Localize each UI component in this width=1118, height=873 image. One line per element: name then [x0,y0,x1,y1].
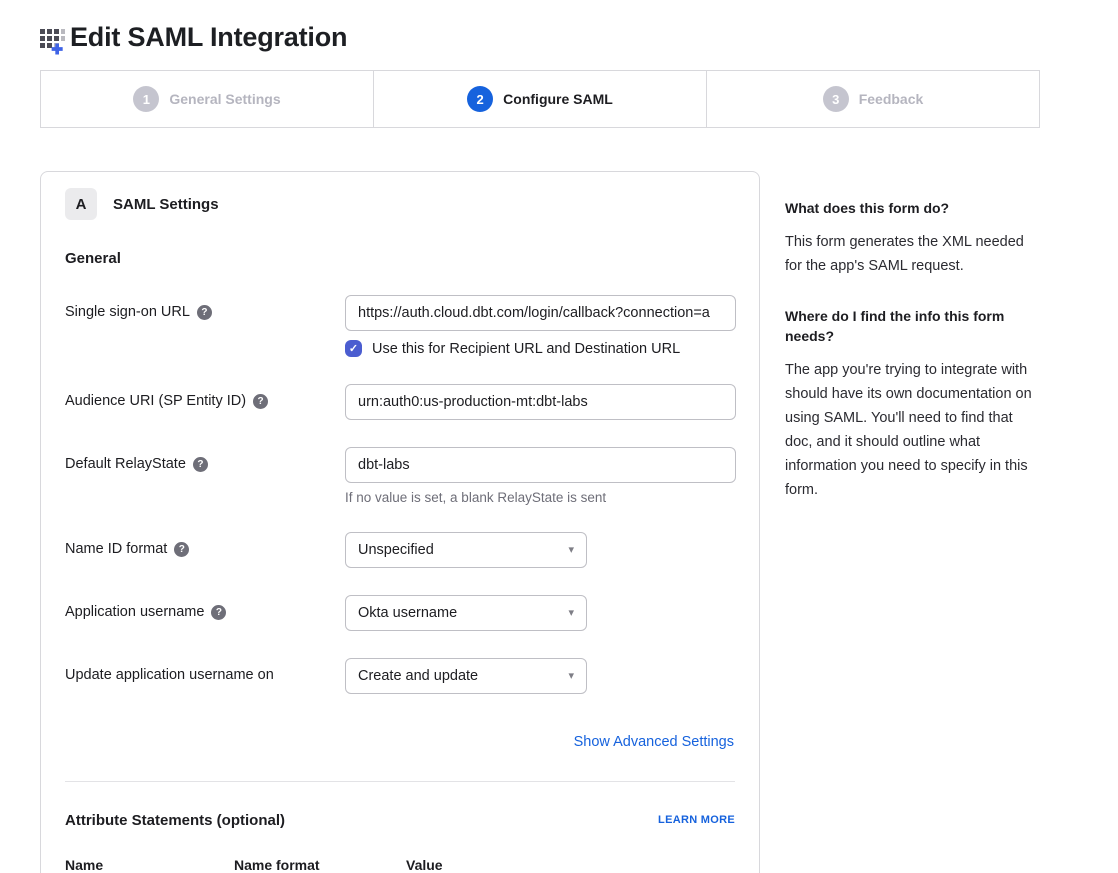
column-header-value: Value [406,857,735,873]
step-1-label: General Settings [169,91,280,107]
sidebar-body-where: The app you're trying to integrate with … [785,358,1040,502]
sso-url-label-cell: Single sign-on URL? [65,295,345,357]
page-title: Edit SAML Integration [70,22,347,53]
step-general-settings[interactable]: 1 General Settings [41,71,373,127]
update-app-username-label: Update application username on [65,667,274,683]
help-sidebar: What does this form do? This form genera… [785,171,1040,530]
help-icon[interactable]: ? [197,305,212,320]
page-header: Edit SAML Integration [40,22,1040,54]
help-icon[interactable]: ? [193,457,208,472]
sidebar-body-what: This form generates the XML needed for t… [785,230,1040,278]
step-1-circle: 1 [133,86,159,112]
update-app-username-control: Create and update ▾ [345,658,735,694]
audience-uri-control [345,384,736,420]
update-app-username-value: Create and update [358,668,478,684]
step-feedback[interactable]: 3 Feedback [706,71,1039,127]
audience-uri-label: Audience URI (SP Entity ID) [65,393,246,409]
column-header-name: Name [65,857,234,873]
column-header-name-format: Name format [234,857,406,873]
section-head: A SAML Settings [65,188,735,220]
sso-url-input[interactable] [345,295,736,331]
sso-url-row: Single sign-on URL? ✓ Use this for Recip… [65,295,735,357]
name-id-format-label: Name ID format [65,541,167,557]
help-icon[interactable]: ? [253,394,268,409]
app-username-label-cell: Application username? [65,595,345,631]
main-content: A SAML Settings General Single sign-on U… [40,171,1040,873]
update-app-username-select[interactable]: Create and update ▾ [345,658,587,694]
relay-state-hint: If no value is set, a blank RelayState i… [345,490,736,505]
relay-state-input[interactable] [345,447,736,483]
sidebar-heading-where: Where do I find the info this form needs… [785,306,1040,346]
audience-uri-label-cell: Audience URI (SP Entity ID)? [65,384,345,420]
name-id-format-value: Unspecified [358,542,434,558]
help-icon[interactable]: ? [211,605,226,620]
relay-state-label: Default RelayState [65,456,186,472]
chevron-down-icon: ▾ [568,608,574,619]
name-id-format-select[interactable]: Unspecified ▾ [345,532,587,568]
sidebar-heading-what: What does this form do? [785,198,1040,218]
attribute-statements-heading: Attribute Statements (optional) [65,812,285,829]
learn-more-link[interactable]: LEARN MORE [658,814,735,826]
sso-url-control: ✓ Use this for Recipient URL and Destina… [345,295,736,357]
audience-uri-input[interactable] [345,384,736,420]
help-icon[interactable]: ? [174,542,189,557]
chevron-down-icon: ▾ [568,671,574,682]
app-username-value: Okta username [358,605,457,621]
step-3-circle: 3 [823,86,849,112]
step-configure-saml[interactable]: 2 Configure SAML [373,71,706,127]
app-username-control: Okta username ▾ [345,595,735,631]
step-3-label: Feedback [859,91,924,107]
general-heading: General [65,250,735,267]
attribute-statements-columns: Name Name format Value [65,857,735,873]
update-app-username-row: Update application username on Create an… [65,658,735,694]
relay-state-control: If no value is set, a blank RelayState i… [345,447,736,505]
edit-saml-integration-page: Edit SAML Integration 1 General Settings… [0,0,1118,873]
name-id-format-control: Unspecified ▾ [345,532,735,568]
checkbox-checked-icon[interactable]: ✓ [345,340,362,357]
step-2-circle: 2 [467,86,493,112]
sso-url-label: Single sign-on URL [65,304,190,320]
section-divider [65,781,735,782]
section-title: SAML Settings [113,196,219,213]
step-2-label: Configure SAML [503,91,613,107]
saml-settings-card: A SAML Settings General Single sign-on U… [40,171,760,873]
app-username-row: Application username? Okta username ▾ [65,595,735,631]
app-username-label: Application username [65,604,204,620]
update-app-username-label-cell: Update application username on [65,658,345,694]
relay-state-label-cell: Default RelayState? [65,447,345,505]
advanced-settings-row: Show Advanced Settings [65,733,735,751]
audience-uri-row: Audience URI (SP Entity ID)? [65,384,735,420]
recipient-url-checkbox-label: Use this for Recipient URL and Destinati… [372,341,680,357]
name-id-format-row: Name ID format? Unspecified ▾ [65,532,735,568]
show-advanced-settings-link[interactable]: Show Advanced Settings [574,734,734,750]
section-a-badge: A [65,188,97,220]
name-id-format-label-cell: Name ID format? [65,532,345,568]
attribute-statements-head: Attribute Statements (optional) LEARN MO… [65,812,735,829]
wizard-stepper: 1 General Settings 2 Configure SAML 3 Fe… [40,70,1040,128]
relay-state-row: Default RelayState? If no value is set, … [65,447,735,505]
app-username-select[interactable]: Okta username ▾ [345,595,587,631]
recipient-url-checkbox-row[interactable]: ✓ Use this for Recipient URL and Destina… [345,340,736,357]
add-app-grid-icon [40,26,68,58]
chevron-down-icon: ▾ [568,545,574,556]
